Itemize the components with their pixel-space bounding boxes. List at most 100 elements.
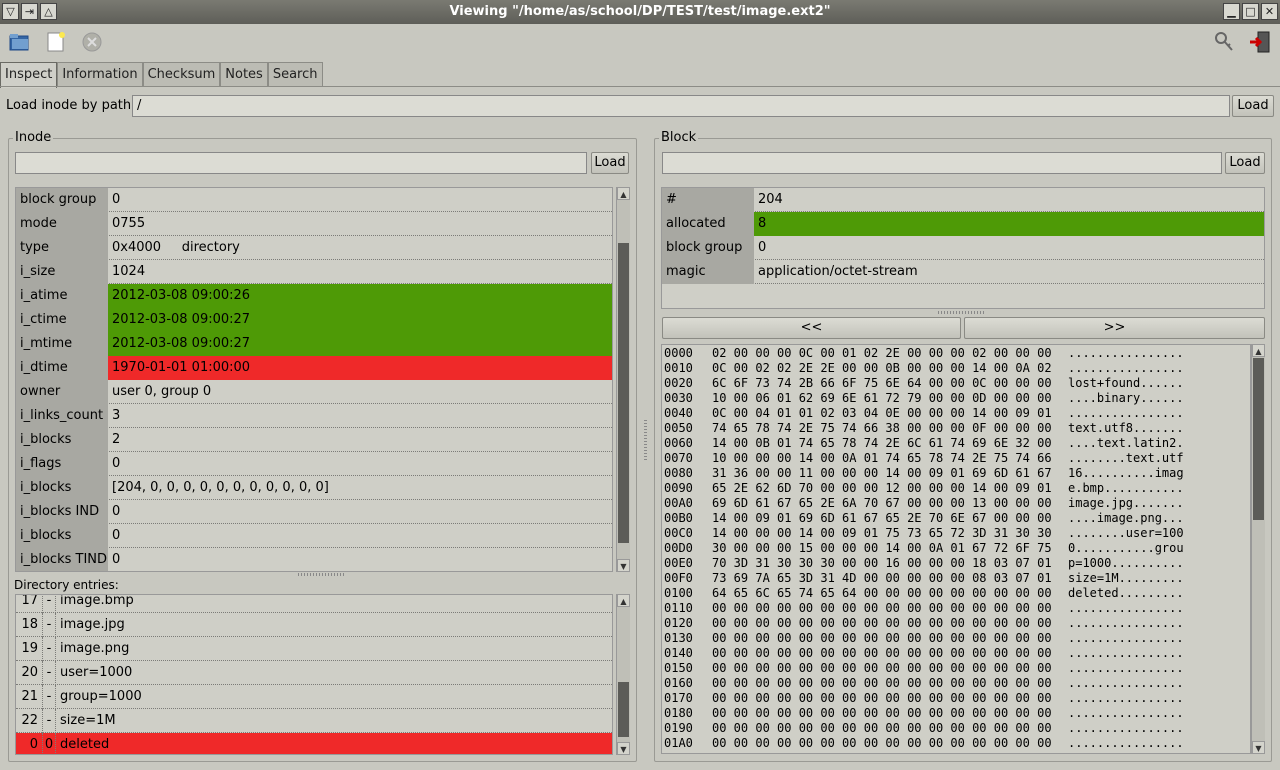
inode-property-key: i_ctime [16, 308, 108, 332]
tab-inspect[interactable]: Inspect [0, 62, 58, 88]
path-load-button[interactable]: Load [1232, 95, 1274, 117]
block-property-row: block group 0 [662, 236, 1264, 260]
scroll-down-icon[interactable]: ▼ [617, 742, 630, 755]
inode-property-key: block group [16, 188, 108, 212]
scroll-thumb[interactable] [618, 682, 629, 737]
hex-bytes: 00 00 00 00 00 00 00 00 00 00 00 00 00 0… [712, 601, 1052, 615]
hex-bytes: 00 00 00 00 00 00 00 00 00 00 00 00 00 0… [712, 616, 1052, 630]
inode-property-row: i_blocks DIND 0 [16, 524, 612, 566]
inode-property-key: i_mtime [16, 332, 108, 356]
inode-property-value: user 0, group 0 [112, 384, 212, 399]
inode-load-button[interactable]: Load [591, 152, 629, 174]
hex-bytes: 00 00 00 00 00 00 00 00 00 00 00 00 00 0… [712, 721, 1052, 735]
maximize-button[interactable]: □ [1242, 3, 1259, 20]
directory-entry[interactable]: 19- image.png [16, 637, 612, 661]
hex-offset: 0120 [664, 616, 693, 630]
toolbar [0, 24, 1280, 60]
block-number-input[interactable] [662, 152, 1222, 174]
scroll-down-icon[interactable]: ▼ [617, 559, 630, 572]
next-block-button[interactable]: >> [964, 317, 1265, 339]
hex-row: 0010 0C 00 02 02 2E 2E 00 00 0B 00 00 00 … [662, 361, 1250, 376]
tab-information[interactable]: Information [57, 62, 143, 87]
key-icon[interactable] [1212, 30, 1236, 54]
hex-row: 0000 02 00 00 00 0C 00 01 02 2E 00 00 00 … [662, 346, 1250, 361]
entry-flag: - [42, 685, 56, 709]
inode-property-row: block group 0 [16, 188, 612, 212]
entry-inode: 18 [21, 617, 38, 632]
hex-row: 0190 00 00 00 00 00 00 00 00 00 00 00 00 … [662, 721, 1250, 736]
hex-ascii: ................ [1068, 616, 1184, 630]
exit-icon[interactable] [1248, 30, 1272, 54]
inode-properties-table: block group 0 mode 0755 type 0x4000 directory… [15, 187, 613, 572]
inode-property-key: i_blocks [16, 428, 108, 452]
hex-ascii: ................ [1068, 661, 1184, 675]
entry-flag: - [42, 661, 56, 685]
inode-property-row: type 0x4000 directory [16, 236, 612, 260]
open-file-icon[interactable] [8, 30, 32, 54]
hex-bytes: 00 00 00 00 00 00 00 00 00 00 00 00 00 0… [712, 646, 1052, 660]
block-splitter-handle[interactable] [938, 311, 986, 314]
block-property-row: allocated 8 [662, 212, 1264, 236]
hex-bytes: 14 00 00 00 14 00 09 01 75 73 65 72 3D 3… [712, 526, 1052, 540]
hex-ascii: ................ [1068, 406, 1184, 420]
scroll-up-icon[interactable]: ▲ [617, 594, 630, 607]
directory-entry[interactable]: 21- group=1000 [16, 685, 612, 709]
entry-name: image.bmp [60, 594, 134, 608]
hex-bytes: 64 65 6C 65 74 65 64 00 00 00 00 00 00 0… [712, 586, 1052, 600]
tab-checksum[interactable]: Checksum [142, 62, 221, 87]
directory-scrollbar[interactable]: ▲ ▼ [616, 594, 630, 755]
hex-dump-view[interactable]: 0000 02 00 00 00 0C 00 01 02 2E 00 00 00 … [661, 344, 1251, 754]
hex-offset: 0140 [664, 646, 693, 660]
entry-flag: - [42, 595, 56, 613]
close-window-button[interactable]: ✕ [1261, 3, 1278, 20]
inode-property-value: 0 [112, 192, 121, 207]
inode-splitter-handle[interactable] [298, 573, 346, 576]
hex-row: 0040 0C 00 04 01 01 02 03 04 0E 00 00 00 … [662, 406, 1250, 421]
directory-entry[interactable]: 18- image.jpg [16, 613, 612, 637]
previous-block-button[interactable]: << [662, 317, 961, 339]
entry-inode: 21 [21, 689, 38, 704]
inode-property-value: 0 [112, 504, 121, 519]
hex-ascii: image.jpg....... [1068, 496, 1184, 510]
minimize-button[interactable]: ▁ [1223, 3, 1240, 20]
block-load-button[interactable]: Load [1225, 152, 1265, 174]
directory-entry[interactable]: 20- user=1000 [16, 661, 612, 685]
hex-bytes: 0C 00 02 02 2E 2E 00 00 0B 00 00 00 14 0… [712, 361, 1052, 375]
directory-entry[interactable]: 22- size=1M [16, 709, 612, 733]
scroll-thumb[interactable] [1253, 358, 1264, 520]
hex-ascii: ................ [1068, 631, 1184, 645]
inode-property-row: i_dtime 1970-01-01 01:00:00 [16, 356, 612, 380]
scroll-up-icon[interactable]: ▲ [1252, 344, 1265, 357]
tab-notes[interactable]: Notes [220, 62, 268, 87]
inode-number-input[interactable] [15, 152, 587, 174]
inode-property-key: i_blocks NDIR [16, 476, 108, 518]
inode-property-value: 0 [112, 528, 121, 543]
hex-offset: 0170 [664, 691, 693, 705]
inode-property-row: i_blocks 2 [16, 428, 612, 452]
hex-row: 0150 00 00 00 00 00 00 00 00 00 00 00 00 … [662, 661, 1250, 676]
hex-scrollbar[interactable]: ▲ ▼ [1251, 344, 1265, 754]
scroll-down-icon[interactable]: ▼ [1252, 741, 1265, 754]
scroll-up-icon[interactable]: ▲ [617, 187, 630, 200]
hex-offset: 0180 [664, 706, 693, 720]
new-note-icon[interactable] [44, 30, 68, 54]
hex-offset: 0050 [664, 421, 693, 435]
hex-offset: 0150 [664, 661, 693, 675]
directory-entry[interactable]: 0 0 deleted [16, 733, 612, 754]
hex-bytes: 10 00 06 01 62 69 6E 61 72 79 00 00 0D 0… [712, 391, 1052, 405]
pane-splitter-handle[interactable] [644, 420, 647, 460]
close-circle-icon[interactable] [80, 30, 104, 54]
path-input[interactable]: / [132, 95, 1230, 117]
hex-ascii: 16..........imag [1068, 466, 1184, 480]
hex-ascii: ....binary...... [1068, 391, 1184, 405]
tab-search[interactable]: Search [267, 62, 323, 87]
entry-flag: - [42, 613, 56, 637]
directory-entry[interactable]: 17- image.bmp [16, 594, 612, 613]
hex-bytes: 73 69 7A 65 3D 31 4D 00 00 00 00 00 08 0… [712, 571, 1052, 585]
inode-scrollbar[interactable]: ▲ ▼ [616, 187, 630, 572]
block-property-key: # [662, 188, 754, 212]
scroll-thumb[interactable] [618, 243, 629, 543]
inode-property-value: [204, 0, 0, 0, 0, 0, 0, 0, 0, 0, 0, 0] [112, 480, 329, 495]
hex-bytes: 65 2E 62 6D 70 00 00 00 12 00 00 00 14 0… [712, 481, 1052, 495]
title-bar: ▽ ⇥ △ Viewing "/home/as/school/DP/TEST/t… [0, 0, 1280, 24]
